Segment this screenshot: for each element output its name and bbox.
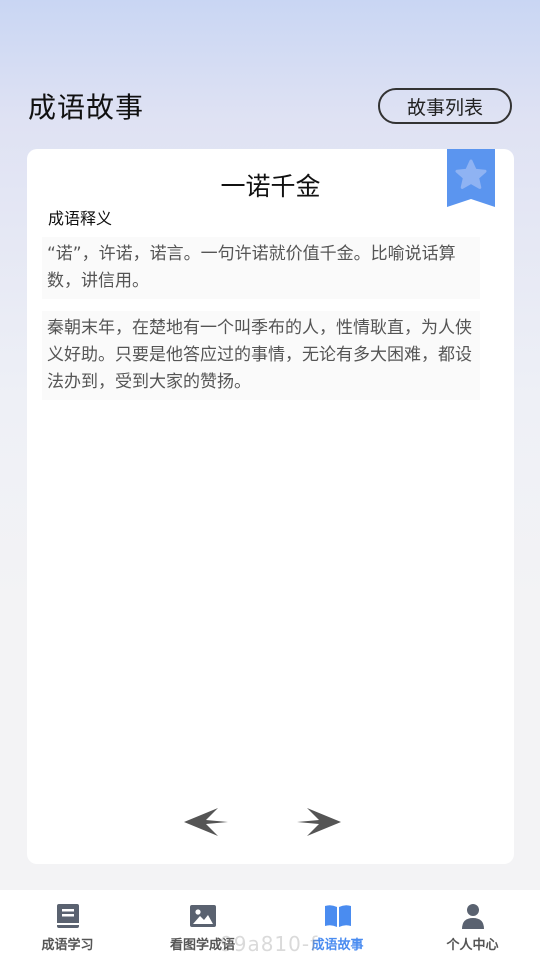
page-title: 成语故事 [28,91,145,124]
section-label: 成语释义 [48,209,113,228]
header: 成语故事 故事列表 [0,0,540,140]
open-book-icon [324,905,351,927]
image-icon [189,905,216,927]
user-icon [461,904,484,929]
tab-idiom-study[interactable]: 成语学习 [0,890,135,960]
tab-label: 成语故事 [311,938,364,953]
story-list-button[interactable]: 故事列表 [378,88,512,124]
tab-profile[interactable]: 个人中心 [405,890,540,960]
previous-arrow-icon[interactable] [182,805,230,839]
book-icon [56,904,79,928]
watermark: 99a810-f [220,932,319,956]
next-arrow-icon[interactable] [295,805,343,839]
idiom-story: 秦朝末年，在楚地有一个叫季布的人，性情耿直，为人侠义好助。只要是他答应过的事情，… [42,311,480,400]
tab-label: 成语学习 [41,938,94,953]
idiom-title: 一诺千金 [220,172,321,201]
story-card: 一诺千金 成语释义 “诺”，许诺，诺言。一句许诺就价值千金。比喻说话算数，讲信用… [27,149,514,864]
tab-label: 个人中心 [446,938,499,953]
idiom-meaning: “诺”，许诺，诺言。一句许诺就价值千金。比喻说话算数，讲信用。 [42,237,480,299]
